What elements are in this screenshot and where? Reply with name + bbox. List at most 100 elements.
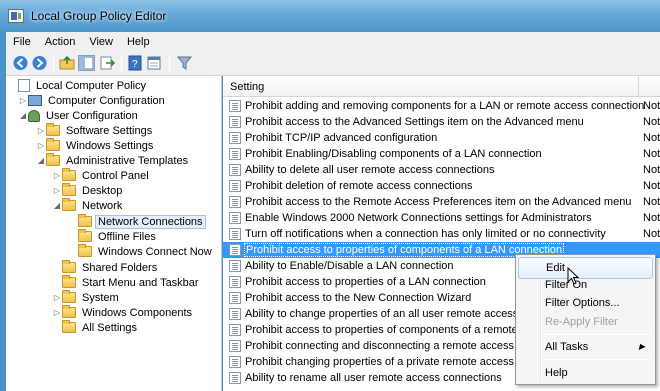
folder-icon (62, 260, 76, 273)
setting-row[interactable]: Ability to delete all user remote access… (223, 162, 660, 178)
policy-setting-icon (229, 148, 241, 160)
setting-row[interactable]: Enable Windows 2000 Network Connections … (223, 210, 660, 226)
tree-item-shared-folders[interactable]: Shared Folders (52, 260, 159, 275)
collapse-icon[interactable]: ◢ (18, 111, 28, 120)
expand-icon[interactable]: ▷ (52, 186, 62, 195)
column-setting[interactable]: Setting (230, 81, 264, 93)
setting-state: Not (643, 212, 660, 224)
folder-icon (46, 123, 60, 136)
export-list-icon[interactable] (99, 55, 116, 71)
menu-separator (543, 334, 651, 335)
policy-setting-icon (229, 196, 241, 208)
policy-setting-icon (229, 260, 241, 272)
folder-icon (62, 290, 76, 303)
toolbar-separator (169, 55, 170, 72)
setting-name: Ability to delete all user remote access… (245, 164, 495, 176)
setting-row[interactable]: Prohibit deletion of remote access conne… (223, 178, 660, 194)
setting-row[interactable]: Prohibit access to the Advanced Settings… (223, 114, 660, 130)
tree-item-control-panel[interactable]: ▷ Control Panel (52, 168, 151, 183)
show-hide-tree-icon[interactable] (78, 55, 95, 71)
setting-name: Enable Windows 2000 Network Connections … (245, 212, 592, 224)
setting-name: Prohibit changing properties of a privat… (245, 356, 548, 368)
folder-icon (62, 275, 76, 288)
folder-icon (78, 229, 92, 242)
expand-icon[interactable]: ▷ (52, 171, 62, 180)
toolbar: ? (6, 51, 660, 76)
tree-item-windows-connect-now[interactable]: Windows Connect Now (68, 244, 214, 259)
tree-item-network[interactable]: ◢ Network (52, 198, 124, 213)
setting-name: Prohibit access to the Advanced Settings… (245, 116, 584, 128)
setting-row[interactable]: Turn off notifications when a connection… (223, 226, 660, 242)
folder-icon (62, 305, 76, 318)
setting-row[interactable]: Prohibit Enabling/Disabling components o… (223, 146, 660, 162)
setting-state: Not (643, 164, 660, 176)
setting-name: Prohibit TCP/IP advanced configuration (245, 132, 438, 144)
expand-icon[interactable]: ▷ (18, 96, 28, 105)
tree-item-system[interactable]: ▷ System (52, 290, 121, 305)
tree-item-network-connections[interactable]: Network Connections (68, 214, 206, 229)
expand-icon[interactable]: ▷ (52, 308, 62, 317)
toolbar-separator (121, 55, 122, 72)
policy-setting-icon (229, 244, 241, 256)
help-icon[interactable]: ? (127, 55, 144, 71)
console-tree[interactable]: Local Computer Policy ▷ Computer Configu… (6, 76, 222, 391)
menu-item-reapply-filter[interactable]: Re-Apply Filter (518, 312, 653, 334)
folder-icon (62, 198, 76, 211)
setting-name: Ability to Enable/Disable a LAN connecti… (245, 260, 454, 272)
policy-setting-icon (229, 340, 241, 352)
policy-setting-icon (229, 100, 241, 112)
tree-item-administrative-templates[interactable]: ◢ Administrative Templates (36, 153, 190, 168)
menu-file[interactable]: File (6, 36, 38, 48)
column-header: Setting (223, 76, 660, 97)
setting-state: Not (643, 100, 660, 112)
filter-icon[interactable] (176, 55, 193, 71)
computer-icon (28, 95, 42, 106)
setting-name: Prohibit connecting and disconnecting a … (245, 340, 548, 352)
expand-icon[interactable]: ▷ (36, 141, 46, 150)
tree-item-all-settings[interactable]: All Settings (52, 320, 139, 335)
setting-name: Ability to rename all user remote access… (245, 372, 502, 384)
window-title: Local Group Policy Editor (31, 9, 167, 23)
collapse-icon[interactable]: ◢ (36, 156, 46, 165)
properties-view-icon[interactable] (146, 55, 163, 71)
setting-row[interactable]: Prohibit access to the Remote Access Pre… (223, 194, 660, 210)
tree-item-desktop[interactable]: ▷ Desktop (52, 183, 124, 198)
setting-row[interactable]: Prohibit adding and removing components … (223, 98, 660, 114)
up-folder-icon[interactable] (59, 55, 76, 71)
folder-icon (46, 153, 60, 166)
setting-name: Prohibit access to properties of compone… (245, 324, 544, 336)
tree-item-offline-files[interactable]: Offline Files (68, 229, 158, 244)
setting-state: Not (643, 132, 660, 144)
menu-action[interactable]: Action (38, 36, 83, 48)
setting-row[interactable]: Prohibit TCP/IP advanced configuration No… (223, 130, 660, 146)
menu-item-help[interactable]: Help (518, 363, 653, 385)
folder-icon (62, 183, 76, 196)
forward-arrow-icon[interactable] (31, 55, 48, 71)
folder-icon (62, 320, 76, 333)
collapse-icon[interactable]: ◢ (52, 201, 62, 210)
setting-name: Prohibit access to the Remote Access Pre… (245, 196, 632, 208)
tree-item-user-configuration[interactable]: ◢ User Configuration (18, 108, 140, 123)
tree-item-start-menu-and-taskbar[interactable]: Start Menu and Taskbar (52, 275, 201, 290)
column-divider[interactable] (638, 76, 639, 97)
tree-item-local-computer-policy[interactable]: Local Computer Policy (8, 78, 148, 93)
menu-help[interactable]: Help (120, 36, 157, 48)
setting-name: Ability to change properties of an all u… (245, 308, 546, 320)
tree-item-windows-components[interactable]: ▷ Windows Components (52, 305, 194, 320)
tree-item-windows-settings[interactable]: ▷ Windows Settings (36, 138, 155, 153)
submenu-arrow-icon: ▶ (638, 342, 645, 351)
expand-icon[interactable]: ▷ (52, 293, 62, 302)
policy-icon (18, 79, 30, 92)
title-bar[interactable]: Local Group Policy Editor (0, 0, 660, 32)
menu-item-all-tasks[interactable]: All Tasks ▶ (518, 337, 653, 359)
setting-state: Not (643, 116, 660, 128)
tree-item-software-settings[interactable]: ▷ Software Settings (36, 123, 154, 138)
policy-setting-icon (229, 132, 241, 144)
setting-state: Not (643, 148, 660, 160)
mouse-cursor-icon (567, 266, 580, 288)
policy-setting-icon (229, 324, 241, 336)
tree-item-computer-configuration[interactable]: ▷ Computer Configuration (18, 93, 167, 108)
menu-view[interactable]: View (82, 36, 120, 48)
back-arrow-icon[interactable] (12, 55, 29, 71)
expand-icon[interactable]: ▷ (36, 126, 46, 135)
